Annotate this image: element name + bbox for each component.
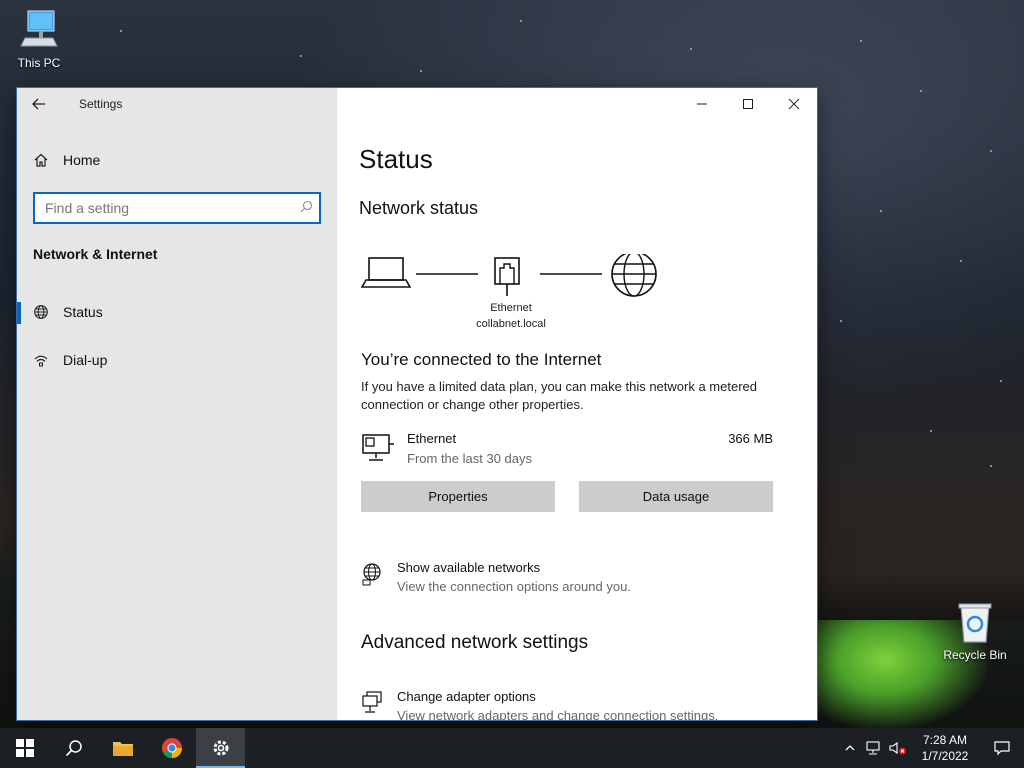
notification-icon	[994, 741, 1010, 756]
volume-tray-button[interactable]	[886, 728, 910, 768]
chrome-icon	[161, 738, 182, 759]
change-adapter-options-link[interactable]: Change adapter options View network adap…	[361, 689, 761, 720]
page-title: Status	[359, 144, 433, 174]
close-button[interactable]	[771, 88, 817, 120]
network-globe-icon	[362, 563, 381, 586]
show-available-networks-link[interactable]: Show available networks View the connect…	[361, 560, 761, 600]
network-diagram-graphic	[361, 254, 657, 297]
network-icon	[866, 741, 880, 755]
desktop-icon-label: Recycle Bin	[943, 648, 1007, 662]
back-button[interactable]	[31, 96, 53, 116]
search-icon	[65, 740, 82, 757]
taskbar-clock[interactable]: 7:28 AM 1/7/2022	[910, 732, 980, 764]
nav-home-label: Home	[63, 152, 101, 168]
connected-description: If you have a limited data plan, you can…	[361, 379, 757, 412]
desktop-icon-this-pc[interactable]: This PC	[2, 8, 76, 70]
desktop-icon-recycle-bin[interactable]: Recycle Bin	[938, 600, 1012, 662]
nav-home[interactable]: Home	[33, 152, 100, 168]
system-tray: 7:28 AM 1/7/2022	[838, 728, 1024, 768]
recycle-bin-icon	[958, 603, 992, 643]
settings-taskbar-button[interactable]	[196, 728, 245, 768]
minimize-icon	[697, 103, 707, 105]
desktop-icon-label: This PC	[17, 56, 61, 70]
taskbar-search-button[interactable]	[49, 728, 98, 768]
file-explorer-button[interactable]	[98, 728, 147, 768]
nav-section-heading: Network & Internet	[33, 246, 158, 262]
sidebar-item-status[interactable]: Status	[17, 292, 337, 332]
dial-up-icon	[34, 355, 48, 367]
home-icon	[34, 153, 48, 167]
taskbar: 7:28 AM 1/7/2022	[0, 728, 1024, 768]
diagram-adapter-label: Ethernet	[490, 302, 532, 314]
maximize-icon	[743, 99, 753, 109]
window-title: Settings	[79, 97, 123, 111]
network-adapter-icon	[362, 691, 382, 713]
maximize-button[interactable]	[725, 88, 771, 120]
clock-time: 7:28 AM	[922, 733, 968, 747]
show-networks-title: Show available networks	[397, 560, 541, 575]
search-input[interactable]	[35, 195, 293, 221]
start-button[interactable]	[0, 728, 49, 768]
data-usage-button[interactable]: Data usage	[579, 481, 773, 512]
properties-button[interactable]: Properties	[361, 481, 555, 512]
file-explorer-icon	[112, 742, 133, 756]
computer-icon	[20, 10, 58, 47]
network-status-heading: Network status	[359, 198, 479, 218]
action-center-button[interactable]	[980, 728, 1024, 768]
chevron-up-icon	[845, 745, 855, 751]
sidebar-item-dial-up[interactable]: Dial-up	[17, 340, 337, 380]
start-icon	[15, 739, 34, 757]
advanced-settings-heading: Advanced network settings	[361, 632, 589, 653]
network-diagram: Ethernet collabnet.local	[361, 254, 681, 344]
window-caption-buttons	[679, 88, 817, 120]
settings-nav-pane: Settings Home Network & Internet Status	[17, 88, 337, 720]
connection-name: Ethernet	[407, 431, 457, 446]
network-tray-button[interactable]	[862, 728, 886, 768]
show-networks-subtitle: View the connection options around you.	[397, 579, 631, 594]
internet-globe-icon	[611, 254, 657, 297]
minimize-button[interactable]	[679, 88, 725, 120]
ethernet-port-icon	[494, 257, 520, 296]
search-icon[interactable]	[293, 200, 319, 216]
settings-icon	[213, 740, 228, 756]
adapter-options-subtitle: View network adapters and change connect…	[397, 708, 719, 720]
sidebar-item-label: Dial-up	[63, 352, 108, 368]
data-usage-amount: 366 MB	[728, 431, 773, 446]
close-icon	[788, 98, 800, 110]
back-arrow-icon	[32, 98, 45, 110]
connection-period: From the last 30 days	[407, 451, 532, 466]
settings-content: Status Network status Ethernet collabnet…	[337, 88, 817, 720]
laptop-icon	[361, 257, 412, 288]
sidebar-item-label: Status	[63, 304, 103, 320]
adapter-options-title: Change adapter options	[397, 689, 536, 704]
volume-muted-icon	[889, 741, 906, 755]
ethernet-icon	[362, 434, 394, 461]
connected-heading: You’re connected to the Internet	[361, 350, 602, 369]
show-hidden-icons-button[interactable]	[838, 728, 862, 768]
search-box[interactable]	[33, 192, 321, 224]
clock-date: 1/7/2022	[921, 749, 969, 763]
connection-usage-row: Ethernet From the last 30 days 366 MB	[361, 430, 773, 470]
settings-window: Settings Home Network & Internet Status	[17, 88, 817, 720]
chrome-button[interactable]	[147, 728, 196, 768]
globe-icon	[34, 305, 48, 319]
diagram-domain-label: collabnet.local	[476, 318, 546, 330]
